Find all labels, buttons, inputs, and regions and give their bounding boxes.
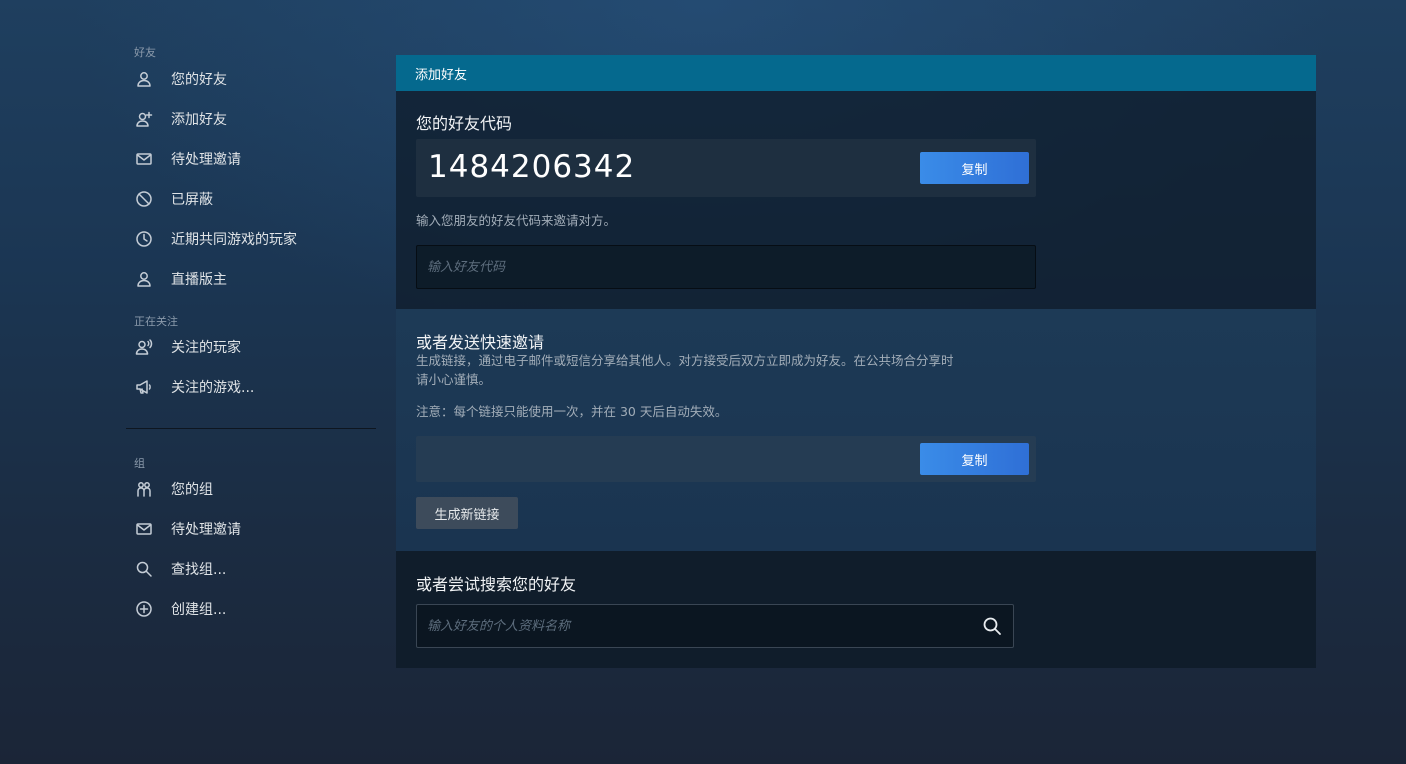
friend-code-input[interactable]	[427, 259, 1035, 275]
panel-header: 添加好友	[396, 55, 1316, 91]
sidebar-item-your-friends[interactable]: 您的好友	[134, 64, 374, 94]
section-label-friends: 好友	[134, 46, 156, 59]
sidebar-item-label: 已屏蔽	[171, 192, 213, 208]
panel-title: 添加好友	[415, 67, 468, 83]
generate-link-button[interactable]: 生成新链接	[416, 497, 518, 529]
quick-invite-description-line1: 生成链接，通过电子邮件或短信分享给其他人。对方接受后双方立即成为好友。在公共场合…	[416, 353, 954, 368]
sidebar-item-pending-invites[interactable]: 待处理邀请	[134, 144, 374, 174]
search-friends-box	[416, 604, 1014, 648]
invite-link-box[interactable]: 复制	[416, 436, 1036, 482]
sidebar-item-find-group[interactable]: 查找组...	[134, 554, 374, 584]
person-broadcast-icon	[134, 337, 154, 357]
friend-code-hint: 输入您朋友的好友代码来邀请对方。	[416, 213, 617, 228]
friend-code-value: 1484206342	[428, 149, 636, 185]
sidebar-item-group-invites[interactable]: 待处理邀请	[134, 514, 374, 544]
megaphone-icon	[134, 377, 154, 397]
sidebar-item-create-group[interactable]: 创建组...	[134, 594, 374, 624]
envelope-icon	[134, 519, 154, 539]
search-icon	[134, 559, 154, 579]
sidebar-item-label: 近期共同游戏的玩家	[171, 232, 297, 248]
person-icon	[134, 269, 154, 289]
copy-code-button[interactable]: 复制	[920, 152, 1029, 184]
sidebar-item-add-friend[interactable]: 添加好友	[134, 104, 374, 134]
sidebar-item-label: 查找组...	[171, 562, 227, 578]
envelope-icon	[134, 149, 154, 169]
friend-code-box: 1484206342 复制	[416, 139, 1036, 197]
sidebar-item-label: 关注的玩家	[171, 340, 241, 356]
sidebar-item-stream-moderators[interactable]: 直播版主	[134, 264, 374, 294]
sidebar-item-followed-players[interactable]: 关注的玩家	[134, 332, 374, 362]
sidebar-item-label: 关注的游戏...	[171, 380, 255, 396]
add-person-icon	[134, 109, 154, 129]
search-friends-input[interactable]	[427, 618, 967, 634]
sidebar-item-label: 您的好友	[171, 72, 227, 88]
search-icon[interactable]	[981, 615, 1003, 637]
person-icon	[134, 69, 154, 89]
sidebar-item-label: 创建组...	[171, 602, 227, 618]
quick-invite-description-line2: 请小心谨慎。	[416, 372, 492, 387]
plus-circle-icon	[134, 599, 154, 619]
search-friends-section: 或者尝试搜索您的好友	[396, 551, 1316, 668]
sidebar-item-label: 您的组	[171, 482, 213, 498]
sidebar-item-label: 直播版主	[171, 272, 227, 288]
search-friends-title: 或者尝试搜索您的好友	[416, 575, 577, 594]
friend-code-title: 您的好友代码	[416, 114, 513, 133]
sidebar-item-label: 添加好友	[171, 112, 227, 128]
friend-code-input-wrapper	[416, 245, 1036, 289]
add-friend-panel: 添加好友 您的好友代码 1484206342 复制 输入您朋友的好友代码来邀请对…	[396, 55, 1316, 668]
friend-code-section: 您的好友代码 1484206342 复制 输入您朋友的好友代码来邀请对方。	[396, 91, 1316, 309]
quick-invite-section: 或者发送快速邀请 生成链接，通过电子邮件或短信分享给其他人。对方接受后双方立即成…	[396, 309, 1316, 551]
sidebar-item-followed-games[interactable]: 关注的游戏...	[134, 372, 374, 402]
blocked-icon	[134, 189, 154, 209]
sidebar-item-your-groups[interactable]: 您的组	[134, 474, 374, 504]
quick-invite-title: 或者发送快速邀请	[416, 333, 545, 352]
copy-link-button[interactable]: 复制	[920, 443, 1029, 475]
clock-icon	[134, 229, 154, 249]
sidebar-item-label: 待处理邀请	[171, 152, 241, 168]
section-label-following: 正在关注	[134, 315, 178, 328]
sidebar-item-blocked[interactable]: 已屏蔽	[134, 184, 374, 214]
sidebar-divider	[126, 428, 376, 429]
group-icon	[134, 479, 154, 499]
section-label-groups: 组	[134, 457, 145, 470]
sidebar-item-recent-players[interactable]: 近期共同游戏的玩家	[134, 224, 374, 254]
sidebar-item-label: 待处理邀请	[171, 522, 241, 538]
quick-invite-note: 注意：每个链接只能使用一次，并在 30 天后自动失效。	[416, 404, 728, 419]
